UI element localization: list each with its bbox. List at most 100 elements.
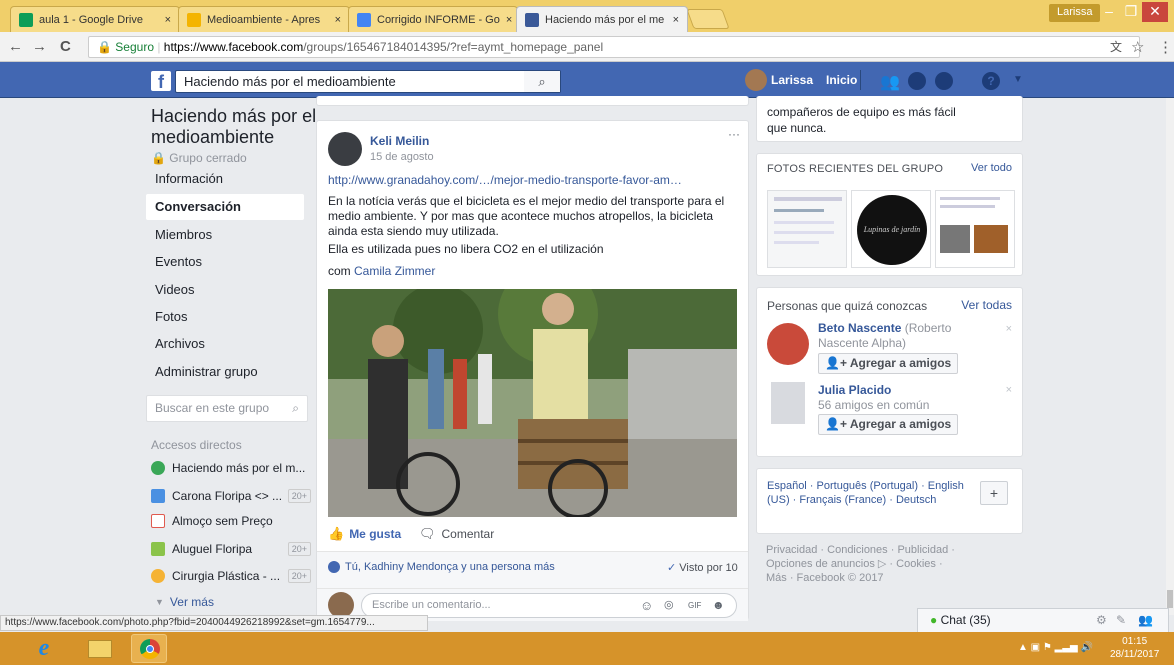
check-icon: ✓ <box>667 562 677 574</box>
emoji-icon[interactable]: ☺ <box>640 594 653 617</box>
maximize-icon[interactable]: ❐ <box>1118 2 1144 22</box>
carpool-icon <box>151 489 165 503</box>
nav-administrar-grupo[interactable]: Administrar grupo <box>146 359 304 385</box>
settings-gear-icon[interactable]: ⚙ <box>1096 609 1107 631</box>
close-window-icon[interactable]: ✕ <box>1142 2 1168 22</box>
reload-icon[interactable]: C <box>60 38 71 55</box>
footer-links[interactable]: Privacidad · Condiciones · Publicidad · … <box>766 543 966 585</box>
post-options-icon[interactable]: ··· <box>728 127 740 141</box>
camera-icon[interactable]: ◎ <box>664 594 674 617</box>
shortcut-item[interactable]: Almoço sem Preço <box>151 510 311 532</box>
comment-placeholder: Escribe un comentario... <box>372 599 491 611</box>
nav-miembros[interactable]: Miembros <box>146 222 304 248</box>
notifications-globe-icon[interactable] <box>935 72 953 90</box>
search-icon[interactable]: ⌕ <box>292 396 299 421</box>
comment-button[interactable]: 🗨 Comentar <box>419 526 494 542</box>
scrollbar-thumb[interactable] <box>1167 590 1173 608</box>
tab-close-icon[interactable]: × <box>500 14 512 26</box>
person-name-line: Julia Placido 56 amigos en común <box>818 383 929 413</box>
reactions-text[interactable]: Tú, Kadhiny Mendonça y una persona más <box>345 561 555 573</box>
shortcut-label: Haciendo más por el m... <box>172 461 306 475</box>
tagged-friend-link[interactable]: Camila Zimmer <box>354 264 435 278</box>
reactions-summary[interactable]: Tú, Kadhiny Mendonça y una persona más <box>328 561 555 573</box>
sticker-icon[interactable]: ☻ <box>712 594 725 617</box>
user-avatar[interactable] <box>745 69 767 91</box>
nav-informacion[interactable]: Información <box>146 166 304 192</box>
privacy-label: Grupo cerrado <box>169 151 247 165</box>
recent-photo-1[interactable] <box>767 190 847 268</box>
system-clock[interactable]: 01:15 28/11/2017 <box>1110 635 1159 661</box>
person-name[interactable]: Julia Placido <box>818 383 891 397</box>
search-icon[interactable]: ⌕ <box>524 71 560 92</box>
add-friend-button[interactable]: 👤+ Agregar a amigos <box>818 414 959 435</box>
forward-icon[interactable]: → <box>32 38 47 55</box>
post-photo[interactable] <box>328 289 737 517</box>
chat-label: Chat (35) <box>940 613 991 627</box>
shortcut-item[interactable]: Carona Floripa <> ... 20+ <box>151 485 311 507</box>
chrome-icon[interactable] <box>131 634 167 663</box>
post-author[interactable]: Keli Meilin <box>370 134 429 148</box>
post-date[interactable]: 15 de agosto <box>370 151 434 163</box>
dismiss-icon[interactable]: × <box>1006 384 1012 396</box>
tab-close-icon[interactable]: × <box>667 14 679 26</box>
tab-google-drive[interactable]: aula 1 - Google Drive × <box>10 6 180 32</box>
friend-requests-icon[interactable]: 👥 <box>880 72 900 91</box>
add-friend-button[interactable]: 👤+ Agregar a amigos <box>818 353 959 374</box>
dismiss-icon[interactable]: × <box>1006 323 1012 335</box>
tab-close-icon[interactable]: × <box>159 14 171 26</box>
group-search-input[interactable]: Buscar en este grupo ⌕ <box>146 395 308 422</box>
tab-close-icon[interactable]: × <box>329 14 341 26</box>
pymk-heading: Personas que quizá conozcas <box>767 299 928 313</box>
nav-eventos[interactable]: Eventos <box>146 249 304 275</box>
person-avatar[interactable] <box>771 382 805 424</box>
new-message-icon[interactable]: ✎ <box>1116 609 1126 631</box>
person-avatar[interactable] <box>767 323 809 365</box>
author-avatar[interactable] <box>328 132 362 166</box>
back-icon[interactable]: ← <box>8 38 23 55</box>
recent-photo-3[interactable] <box>935 190 1015 268</box>
see-more-link[interactable]: ▼ Ver más <box>151 591 311 613</box>
profile-badge[interactable]: Larissa <box>1049 4 1101 22</box>
shortcut-item[interactable]: Haciendo más por el m... <box>151 457 311 479</box>
post-link[interactable]: http://www.granadahoy.com/…/mejor-medio-… <box>328 173 738 187</box>
url-path: /groups/165467184014395/?ref=aymt_homepa… <box>303 40 604 54</box>
tab-facebook-group[interactable]: Haciendo más por el me × <box>516 6 688 32</box>
group-chat-icon[interactable]: 👥 <box>1138 609 1153 631</box>
facebook-logo-icon[interactable]: f <box>151 71 171 91</box>
clock-date: 28/11/2017 <box>1110 649 1160 660</box>
tray-icons[interactable]: ▲ ▣ ⚑ ▂▃▅ 🔊 <box>1018 642 1093 653</box>
nav-archivos[interactable]: Archivos <box>146 331 304 357</box>
account-menu-arrow-icon[interactable]: ▼ <box>1013 74 1023 85</box>
file-explorer-icon[interactable] <box>82 634 118 663</box>
person-name[interactable]: Beto Nascente <box>818 321 901 335</box>
group-title[interactable]: Haciendo más por el medioambiente <box>151 106 321 148</box>
messenger-icon[interactable] <box>908 72 926 90</box>
recent-photo-2[interactable]: Lupinas de jardín <box>851 190 931 268</box>
nav-fotos[interactable]: Fotos <box>146 304 304 330</box>
browser-menu-icon[interactable]: ⋮ <box>1158 38 1173 56</box>
profile-link[interactable]: Larissa <box>771 73 813 87</box>
home-link[interactable]: Inicio <box>826 73 857 87</box>
see-all-people-link[interactable]: Ver todas <box>961 298 1012 312</box>
like-button[interactable]: 👍 Me gusta <box>328 526 401 542</box>
tab-slides[interactable]: Medioambiente - Apres × <box>178 6 350 32</box>
internet-explorer-icon[interactable]: e <box>26 634 62 663</box>
facebook-search-input[interactable]: Haciendo más por el medioambiente ⌕ <box>175 70 561 93</box>
translate-icon[interactable]: 文 <box>1110 38 1122 55</box>
see-all-photos-link[interactable]: Ver todo <box>971 162 1012 174</box>
shortcut-item[interactable]: Aluguel Floripa 20+ <box>151 538 311 560</box>
seen-by[interactable]: ✓ Visto por 10 <box>667 561 738 574</box>
address-bar[interactable]: 🔒 Seguro | https://www.facebook.com/grou… <box>88 36 1140 58</box>
scrollbar[interactable] <box>1166 98 1174 615</box>
nav-conversacion[interactable]: Conversación <box>146 194 304 220</box>
chat-bar[interactable]: ● Chat (35) ⚙ ✎ 👥 <box>917 608 1169 632</box>
language-links[interactable]: Español · Português (Portugal) · English… <box>767 479 967 507</box>
shortcut-item[interactable]: Cirurgia Plástica - ... 20+ <box>151 565 311 587</box>
gif-icon[interactable]: GIF <box>688 594 701 617</box>
nav-videos[interactable]: Videos <box>146 277 304 303</box>
tab-docs[interactable]: Corrigido INFORME - Go × <box>348 6 518 32</box>
new-tab-button[interactable] <box>686 9 730 29</box>
help-icon[interactable]: ? <box>982 72 1000 90</box>
add-language-button[interactable]: + <box>980 481 1008 505</box>
bookmark-star-icon[interactable]: ☆ <box>1131 38 1144 56</box>
